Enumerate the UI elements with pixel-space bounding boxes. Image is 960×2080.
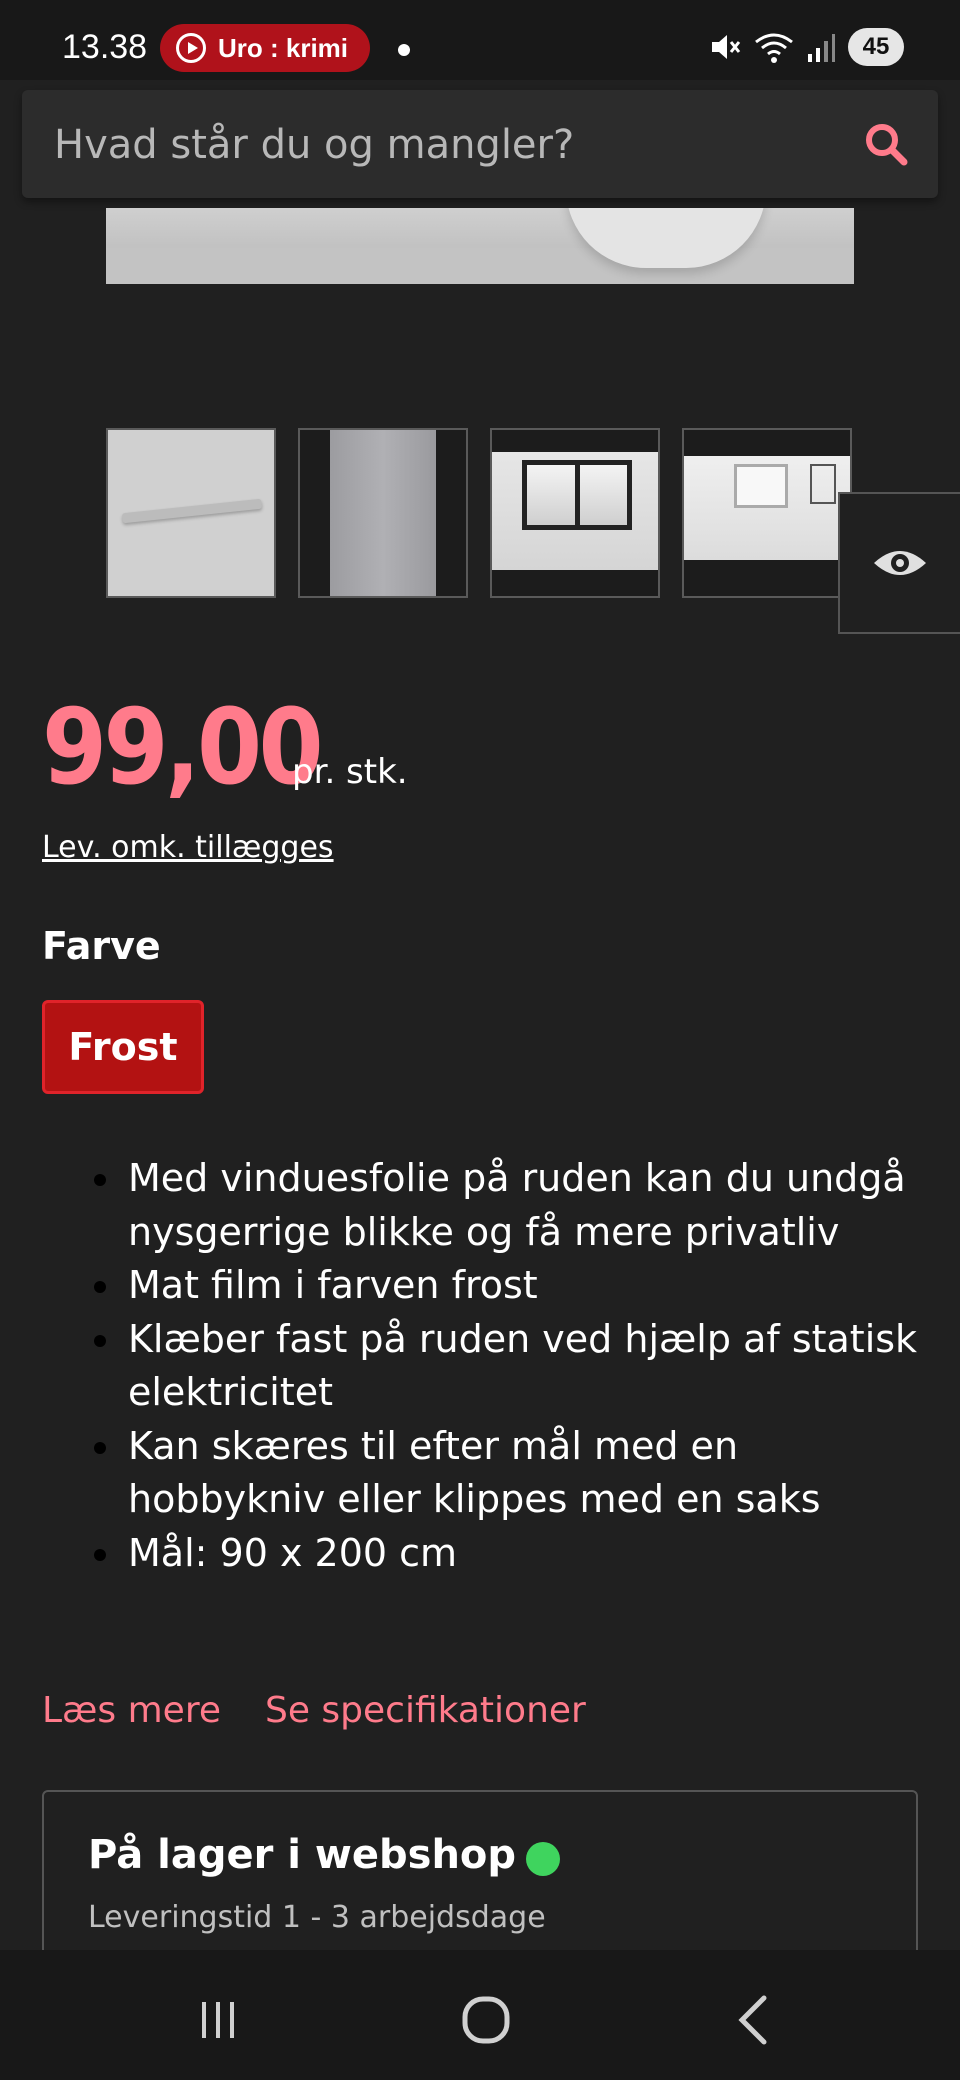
list-item: Klæber fast på ruden ved hjælp af statis…: [42, 1313, 922, 1420]
notification-dot: [398, 44, 410, 56]
list-item: Mål: 90 x 200 cm: [42, 1527, 922, 1581]
recents-bar: [216, 2002, 220, 2038]
list-item: Med vinduesfolie på ruden kan du undgå n…: [42, 1152, 922, 1259]
feature-list: Med vinduesfolie på ruden kan du undgå n…: [42, 1152, 922, 1580]
thumbnail-1[interactable]: [106, 428, 276, 598]
back-icon[interactable]: [726, 1990, 786, 2050]
eye-icon: [874, 551, 926, 575]
in-stock-indicator: [526, 1842, 560, 1876]
delivery-time: Leveringstid 1 - 3 arbejdsdage: [88, 1900, 546, 1935]
search-placeholder: Hvad står du og mangler?: [54, 122, 575, 168]
mute-icon: [712, 35, 741, 59]
thumbnail-4[interactable]: [682, 428, 852, 598]
stock-title: På lager i webshop: [88, 1832, 517, 1878]
media-label: Uro : krimi: [218, 32, 349, 63]
recents-icon[interactable]: [188, 1990, 248, 2050]
status-time: 13.38: [62, 28, 148, 66]
list-item: Kan skæres til efter mål med en hobbykni…: [42, 1420, 922, 1527]
search-header: Hvad står du og mangler?: [0, 80, 960, 208]
status-icons: 45: [708, 28, 904, 66]
info-links: Læs mere Se specifikationer: [42, 1690, 586, 1731]
wifi-icon: [755, 33, 793, 63]
specifications-link[interactable]: Se specifikationer: [265, 1690, 586, 1731]
signal-icon: [808, 34, 835, 62]
product-price: 99,00: [42, 686, 324, 808]
status-bar: 13.38 Uro : krimi 45: [0, 0, 960, 80]
recents-bar: [230, 2002, 234, 2038]
play-icon: [176, 33, 206, 63]
media-chip[interactable]: Uro : krimi: [160, 24, 370, 72]
navigation-bar: [0, 1950, 960, 2080]
battery-indicator: 45: [848, 28, 904, 66]
read-more-link[interactable]: Læs mere: [42, 1690, 221, 1731]
search-icon[interactable]: [862, 120, 910, 168]
view-button[interactable]: [838, 492, 960, 634]
home-icon[interactable]: [456, 1990, 516, 2050]
search-input[interactable]: Hvad står du og mangler?: [22, 90, 938, 198]
recents-bar: [202, 2002, 206, 2038]
color-label: Farve: [42, 924, 161, 968]
product-main-image[interactable]: [106, 208, 854, 284]
list-item: Mat film i farven frost: [42, 1259, 922, 1313]
thumbnail-3[interactable]: [490, 428, 660, 598]
thumbnail-2[interactable]: [298, 428, 468, 598]
color-option-frost[interactable]: Frost: [42, 1000, 204, 1094]
shipping-cost-link[interactable]: Lev. omk. tillægges: [42, 830, 334, 865]
price-unit: pr. stk.: [292, 752, 408, 792]
